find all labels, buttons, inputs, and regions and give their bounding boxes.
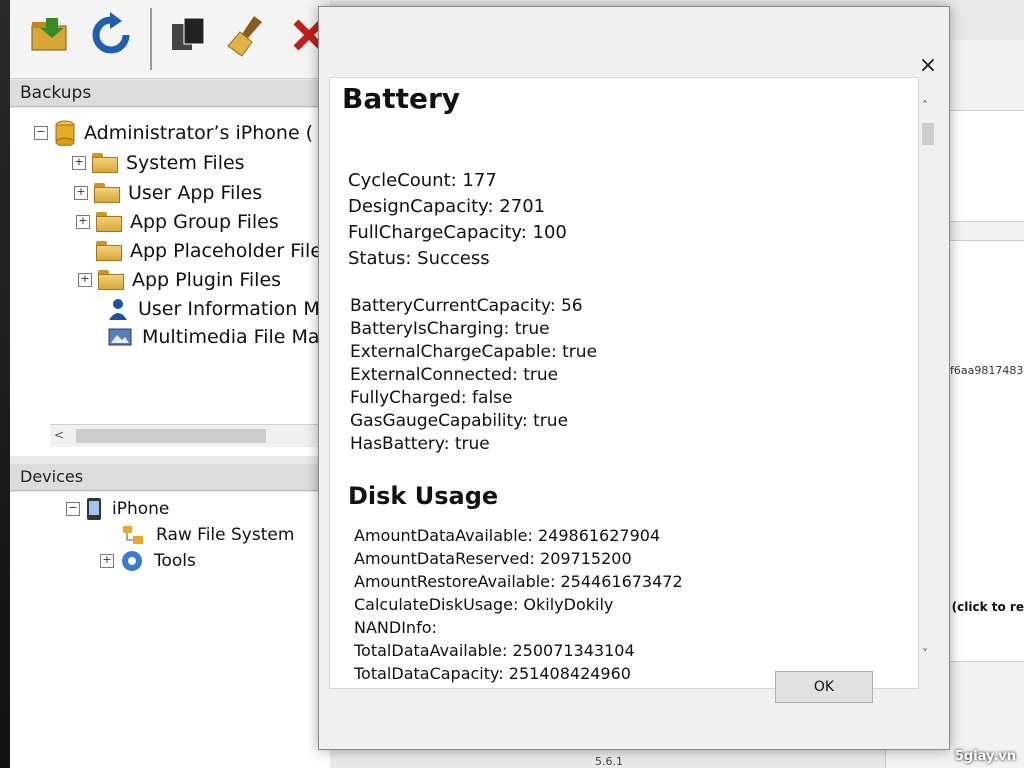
info-panel [940, 110, 1024, 222]
expand-icon[interactable]: + [72, 156, 86, 170]
folder-icon [92, 153, 118, 173]
tree-item-label: User App Files [128, 182, 263, 204]
info-line: TotalDataCapacity: 251408424960 [354, 664, 631, 683]
database-icon [55, 120, 75, 146]
copy-icon[interactable] [166, 12, 212, 58]
info-line: HasBattery: true [350, 434, 490, 454]
info-line: BatteryCurrentCapacity: 56 [350, 296, 583, 316]
folder-icon [98, 270, 124, 290]
folder-icon [94, 183, 120, 203]
collapse-icon[interactable]: − [66, 502, 80, 516]
tree-item-user-app-files[interactable]: + User App Files [74, 180, 262, 206]
watermark: 5giay.vn [954, 749, 1016, 764]
backup-root[interactable]: − Administrator’s iPhone ( [34, 120, 313, 146]
device-info-dialog: × Battery CycleCount: 177 DesignCapacity:… [318, 6, 950, 750]
ok-button[interactable]: OK [775, 671, 873, 703]
user-icon [109, 299, 127, 320]
tree-item-label: App Plugin Files [132, 269, 282, 291]
tree-item-app-plugin-files[interactable]: + App Plugin Files [78, 267, 281, 293]
backups-horizontal-scrollbar[interactable]: < [50, 424, 330, 447]
open-folder-icon[interactable] [28, 12, 74, 58]
backups-panel-title: Backups [10, 80, 340, 107]
tree-item-tools[interactable]: + Tools [100, 548, 196, 574]
battery-heading: Battery [342, 82, 461, 115]
info-line: TotalDiskCapacity: 256000000000 [354, 687, 627, 688]
info-line: AmountDataAvailable: 249861627904 [354, 526, 661, 545]
toolbar-separator [150, 8, 152, 70]
gear-icon [122, 551, 142, 571]
refresh-icon[interactable] [88, 12, 134, 58]
file-system-icon [123, 526, 143, 544]
info-line: CalculateDiskUsage: OkilyDokily [354, 595, 614, 614]
info-line: AmountRestoreAvailable: 254461673472 [354, 572, 683, 591]
tree-item-label: App Placeholder File [130, 240, 323, 262]
tree-item-label: Raw File System [156, 525, 295, 545]
device-root[interactable]: − iPhone [66, 496, 169, 522]
broom-icon[interactable] [224, 12, 270, 58]
tree-item-label: App Group Files [130, 211, 279, 233]
backups-tree: − Administrator’s iPhone ( + System File… [10, 108, 330, 456]
info-line: CycleCount: 177 [348, 170, 497, 191]
info-line: TotalDataAvailable: 250071343104 [354, 641, 635, 660]
info-line: AmountDataReserved: 209715200 [354, 549, 632, 568]
tree-item-label: System Files [126, 152, 245, 174]
info-line: Status: Success [348, 248, 490, 269]
dialog-vertical-scrollbar[interactable]: ˄ ˅ [919, 95, 937, 665]
tree-item-user-information[interactable]: User Information Ma [108, 296, 330, 322]
info-line: NANDInfo: [354, 618, 437, 637]
scroll-up-icon[interactable]: ˄ [922, 99, 928, 113]
disk-usage-heading: Disk Usage [348, 482, 499, 510]
info-line: ExternalChargeCapable: true [350, 342, 598, 362]
info-line: DesignCapacity: 2701 [348, 196, 546, 217]
devices-tree: − iPhone Raw File System + Tools [10, 492, 330, 768]
iphone-icon [87, 498, 101, 520]
scroll-down-icon[interactable]: ˅ [922, 647, 928, 661]
info-line: BatteryIsCharging: true [350, 319, 550, 339]
version-label: 5.6.1 [595, 755, 623, 768]
folder-icon [96, 212, 122, 232]
scrollbar-thumb[interactable] [76, 429, 266, 443]
image-file-icon [108, 328, 132, 346]
tree-item-label: Tools [154, 551, 196, 571]
info-line: FullChargeCapacity: 100 [348, 222, 567, 243]
tree-item-system-files[interactable]: + System Files [72, 150, 245, 176]
scroll-left-icon[interactable]: < [54, 428, 64, 442]
expand-icon[interactable]: + [76, 215, 90, 229]
devices-panel-title: Devices [10, 464, 340, 491]
backup-root-label: Administrator’s iPhone ( [84, 122, 314, 144]
tree-item-app-placeholder-files[interactable]: App Placeholder File [96, 238, 322, 264]
folder-icon [96, 241, 122, 261]
info-line: ExternalConnected: true [350, 365, 559, 385]
device-root-label: iPhone [112, 499, 170, 519]
dialog-content: Battery CycleCount: 177 DesignCapacity: 2… [329, 77, 919, 689]
scrollbar-thumb[interactable] [922, 123, 934, 145]
close-button[interactable]: × [915, 53, 941, 79]
tree-item-label: User Information Ma [138, 298, 330, 320]
expand-icon[interactable]: + [100, 554, 114, 568]
toolbar [10, 0, 330, 79]
tree-item-label: Multimedia File Man [142, 326, 330, 348]
tree-item-app-group-files[interactable]: + App Group Files [76, 209, 279, 235]
expand-icon[interactable]: + [78, 273, 92, 287]
tree-item-multimedia[interactable]: Multimedia File Man [108, 324, 330, 350]
expand-icon[interactable]: + [74, 186, 88, 200]
info-line: GasGaugeCapability: true [350, 411, 569, 431]
collapse-icon[interactable]: − [34, 126, 48, 140]
tree-item-raw-file-system[interactable]: Raw File System [122, 522, 294, 548]
info-line: FullyCharged: false [350, 388, 513, 408]
